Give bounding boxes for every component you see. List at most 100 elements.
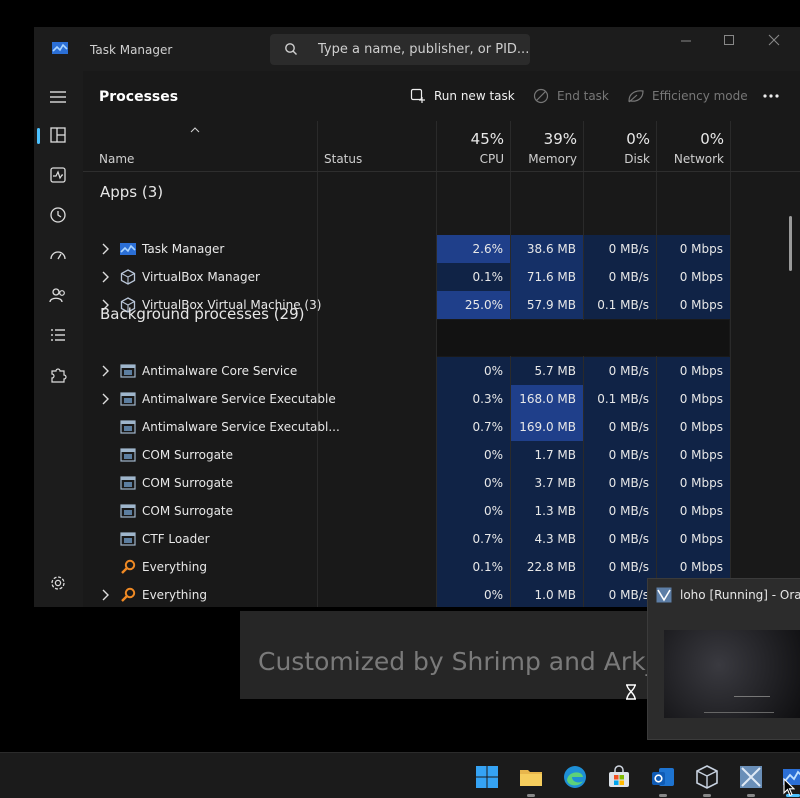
history-icon — [50, 207, 66, 223]
cpu-total-percent: 45% — [470, 130, 504, 148]
search-box[interactable]: Type a name, publisher, or PID... — [270, 34, 530, 65]
end-task-button[interactable]: End task — [533, 88, 609, 105]
taskbar-edge[interactable] — [562, 764, 588, 790]
status-column-header[interactable]: Status — [324, 152, 362, 166]
process-name: Antimalware Service Executable — [142, 392, 336, 406]
process-name: Everything — [142, 560, 207, 574]
expand-chevron-icon[interactable] — [101, 588, 111, 602]
run-new-task-label: Run new task — [434, 89, 515, 103]
process-row[interactable]: COM Surrogate 0% 1.3 MB 0 MB/s 0 Mbps — [83, 497, 800, 525]
mouse-pointer-icon — [783, 778, 795, 797]
vm-screen-text-line — [704, 712, 774, 713]
network-cell: 0 Mbps — [657, 469, 730, 497]
menu-icon — [50, 91, 66, 103]
process-name: COM Surrogate — [142, 448, 234, 462]
close-button[interactable] — [760, 33, 788, 53]
title-bar[interactable]: Task Manager Type a name, publisher, or … — [34, 27, 800, 71]
more-options-button[interactable] — [762, 89, 782, 105]
hamburger-menu-button[interactable] — [46, 85, 70, 109]
efficiency-mode-button[interactable]: Efficiency mode — [627, 89, 748, 105]
leaf-icon — [628, 90, 644, 103]
services-puzzle-icon — [51, 368, 67, 383]
disk-cell: 0.1 MB/s — [584, 385, 656, 413]
speedometer-icon — [50, 251, 66, 260]
expand-chevron-icon[interactable] — [101, 270, 111, 284]
process-row[interactable]: Task Manager 2.6% 38.6 MB 0 MB/s 0 Mbps — [83, 235, 800, 263]
start-button[interactable] — [474, 764, 500, 790]
disk-cell: 0 MB/s — [584, 357, 656, 385]
disk-total-percent: 0% — [626, 130, 650, 148]
process-row[interactable]: CTF Loader 0.7% 4.3 MB 0 MB/s 0 Mbps — [83, 525, 800, 553]
network-cell: 0 Mbps — [657, 413, 730, 441]
memory-cell: 71.6 MB — [511, 263, 583, 291]
nav-startup-apps[interactable] — [46, 243, 70, 267]
background-group-header[interactable]: Background processes (29) — [100, 305, 305, 323]
close-icon — [768, 34, 780, 46]
busy-hourglass-cursor-icon — [626, 684, 636, 700]
window-title: Task Manager — [90, 43, 173, 57]
network-cell: 0 Mbps — [657, 291, 730, 319]
minimize-button[interactable] — [672, 33, 700, 53]
run-new-task-button[interactable]: Run new task — [410, 88, 515, 105]
expand-chevron-icon[interactable] — [101, 364, 111, 378]
nav-performance[interactable] — [46, 163, 70, 187]
taskbar-file-explorer[interactable] — [518, 764, 544, 790]
taskbar-vm-window[interactable] — [738, 764, 764, 790]
nav-users[interactable] — [46, 283, 70, 307]
memory-cell: 3.7 MB — [511, 469, 583, 497]
disk-cell: 0.1 MB/s — [584, 291, 656, 319]
taskbar-thumbnail-preview[interactable]: loho [Running] - Oracle — [647, 578, 800, 740]
process-row[interactable]: Everything 0.1% 22.8 MB 0 MB/s 0 Mbps — [83, 553, 800, 581]
nav-selection-indicator — [37, 128, 40, 144]
process-row[interactable]: Antimalware Core Service 0% 5.7 MB 0 MB/s 0 … — [83, 357, 800, 385]
virtualbox-cube-icon — [696, 765, 718, 789]
taskbar-outlook[interactable] — [650, 764, 676, 790]
disk-column-header[interactable]: 0% Disk — [584, 121, 656, 171]
nav-settings[interactable] — [46, 571, 70, 595]
process-row[interactable]: Antimalware Service Executabl... 0.7% 169.… — [83, 413, 800, 441]
outlook-mail-icon — [652, 768, 674, 786]
cpu-column-header[interactable]: 45% CPU — [437, 121, 510, 171]
taskbar-virtualbox-manager[interactable] — [694, 764, 720, 790]
expand-chevron-icon[interactable] — [101, 242, 111, 256]
performance-icon — [50, 167, 66, 183]
process-row[interactable]: Antimalware Service Executable 0.3% 168.0 … — [83, 385, 800, 413]
processes-icon — [50, 127, 66, 143]
expand-chevron-icon[interactable] — [101, 392, 111, 406]
search-input[interactable]: Type a name, publisher, or PID... — [318, 42, 529, 57]
process-row[interactable]: VirtualBox Manager 0.1% 71.6 MB 0 MB/s 0 Mbp… — [83, 263, 800, 291]
thumbnail-vm-view — [664, 630, 800, 718]
process-row[interactable]: COM Surrogate 0% 3.7 MB 0 MB/s 0 Mbps — [83, 469, 800, 497]
nav-details[interactable] — [46, 323, 70, 347]
nav-app-history[interactable] — [46, 203, 70, 227]
service-window-icon — [120, 391, 136, 407]
apps-group-header[interactable]: Apps (3) — [100, 183, 163, 201]
everything-search-icon — [120, 559, 136, 575]
disk-cell: 0 MB/s — [584, 263, 656, 291]
vm-screen-text-line — [734, 696, 770, 697]
end-task-icon — [533, 88, 549, 104]
name-column-header[interactable]: Name — [99, 152, 134, 166]
service-window-icon — [120, 447, 136, 463]
service-window-icon — [120, 531, 136, 547]
disk-column-label: Disk — [624, 152, 650, 166]
service-window-icon — [120, 363, 136, 379]
network-column-header[interactable]: 0% Network — [657, 121, 730, 171]
nav-processes[interactable] — [46, 123, 70, 147]
memory-column-header[interactable]: 39% Memory — [511, 121, 583, 171]
taskbar-store[interactable] — [606, 764, 632, 790]
network-cell: 0 Mbps — [657, 553, 730, 581]
processes-page: Processes Run new task End task Efficien… — [83, 71, 800, 607]
cpu-cell: 0% — [437, 497, 510, 525]
cpu-cell: 0% — [437, 357, 510, 385]
cpu-column-label: CPU — [479, 152, 504, 166]
nav-services[interactable] — [46, 363, 70, 387]
disk-cell: 0 MB/s — [584, 441, 656, 469]
process-row[interactable]: COM Surrogate 0% 1.7 MB 0 MB/s 0 Mbps — [83, 441, 800, 469]
vertical-scrollbar[interactable] — [789, 216, 792, 271]
network-cell: 0 Mbps — [657, 385, 730, 413]
maximize-button[interactable] — [715, 33, 743, 53]
cpu-cell: 0.3% — [437, 385, 510, 413]
memory-column-label: Memory — [528, 152, 577, 166]
memory-cell: 4.3 MB — [511, 525, 583, 553]
